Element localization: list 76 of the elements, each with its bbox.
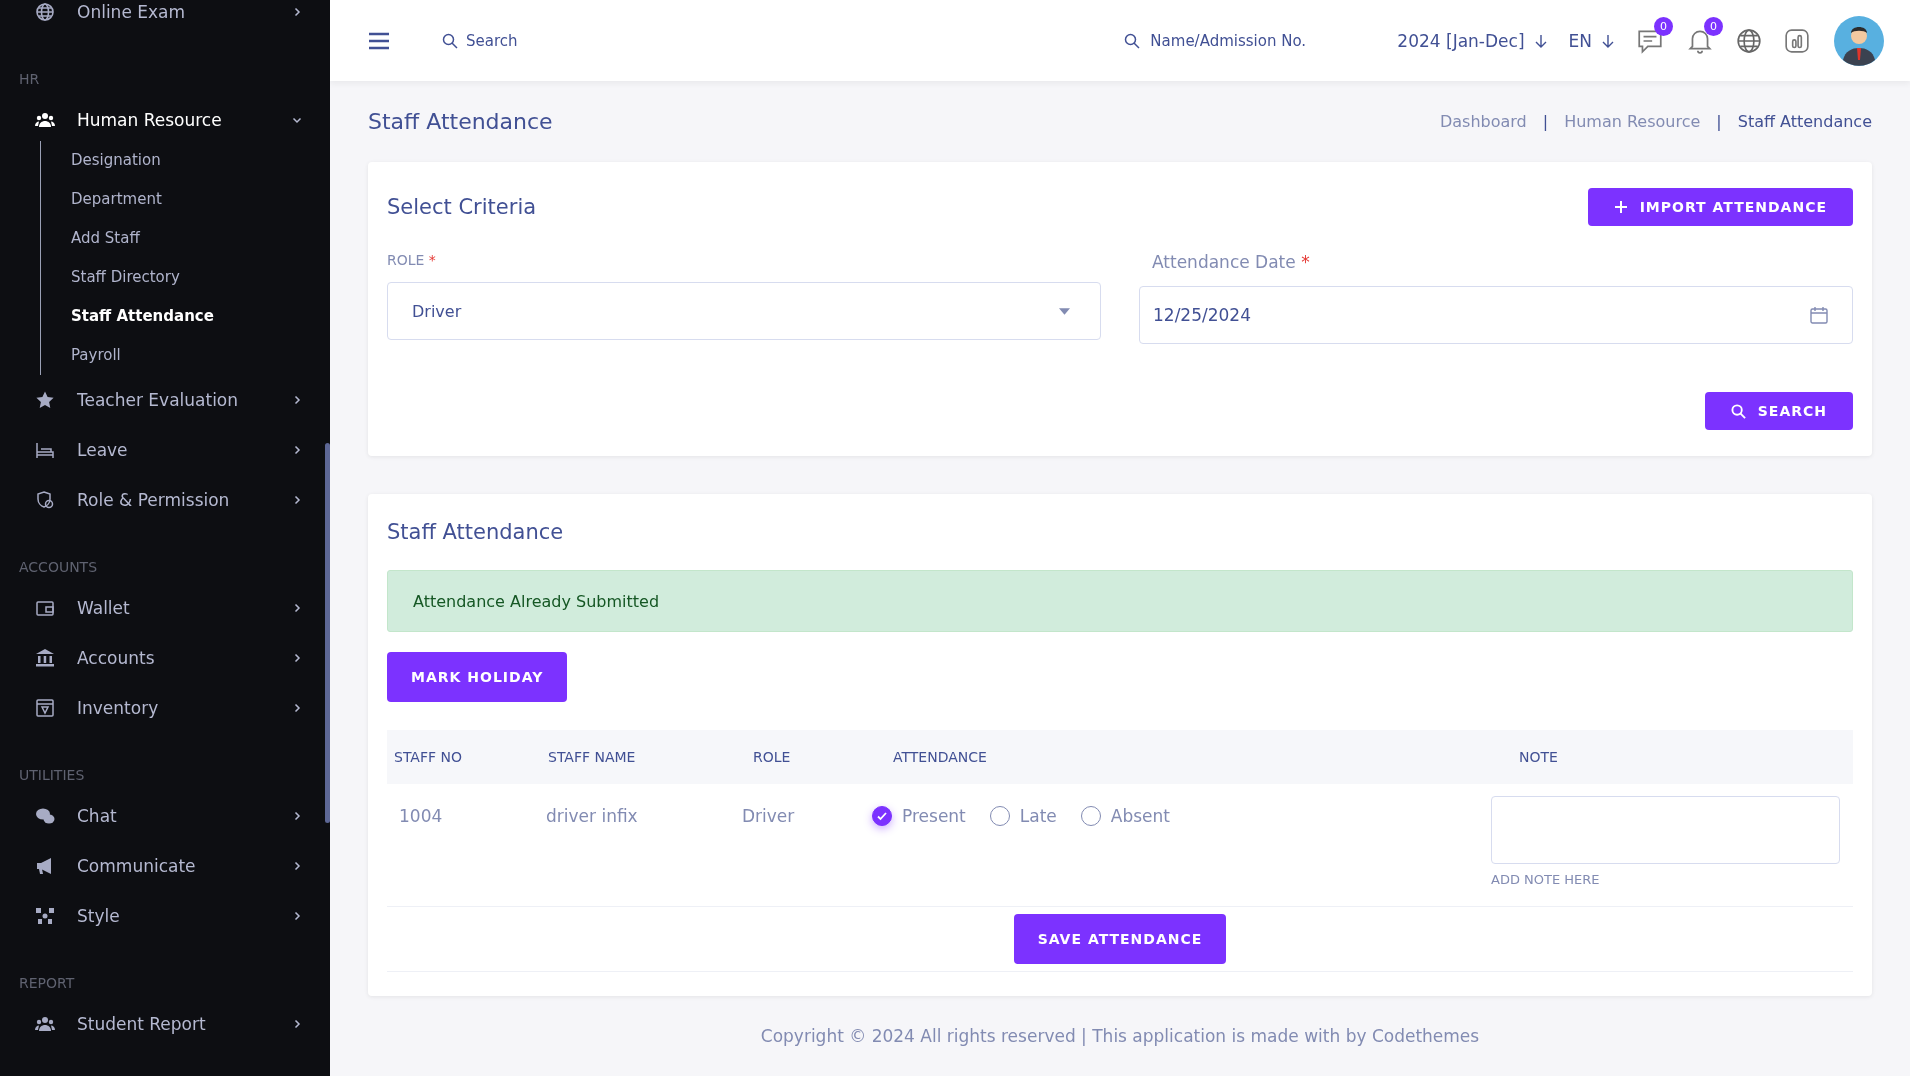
breadcrumb-link[interactable]: Staff Attendance [1737, 112, 1872, 131]
nav-item[interactable]: Teacher Evaluation [19, 375, 302, 425]
search-icon [442, 32, 458, 49]
nav-item[interactable]: Accounts [19, 633, 302, 683]
down-arrow-icon [1534, 33, 1547, 48]
footer-text: Copyright © 2024 All rights reserved | This application is made with by Codethemes [759, 1026, 1481, 1046]
date-field[interactable]: 12/25/2024 [1139, 286, 1853, 344]
users-icon [35, 1014, 55, 1034]
card-title: Staff Attendance [387, 520, 565, 544]
shield-icon [35, 490, 55, 510]
section-heading: HR [19, 71, 41, 87]
language-dropdown[interactable]: EN [1568, 30, 1614, 51]
session-dropdown[interactable]: 2024 [Jan-Dec] [1397, 30, 1547, 51]
student-search-field[interactable]: Name/Admission No. [1124, 30, 1328, 51]
column-header: STAFF NAME [547, 749, 637, 765]
count-badge: 0 [1654, 16, 1673, 36]
section-heading: ACCOUNTS [19, 559, 99, 575]
nav-item[interactable]: Style [19, 891, 302, 941]
nav-item[interactable]: Leave [19, 425, 302, 475]
wallet-icon [35, 598, 55, 618]
field-label: Attendance Date * [1151, 252, 1311, 272]
card-title: Select Criteria [387, 195, 537, 219]
save-attendance-button[interactable]: SAVE ATTENDANCE [1013, 914, 1227, 964]
bar-chart-icon[interactable] [1784, 27, 1810, 54]
section-heading: REPORT [19, 975, 76, 991]
dropdown-caret-icon [1059, 307, 1070, 315]
globe-icon[interactable] [1736, 27, 1762, 54]
plus-icon [1613, 200, 1628, 214]
avatar[interactable] [1834, 15, 1884, 66]
table-cell-text: driver infix [545, 805, 639, 826]
breadcrumb-separator: | [1542, 112, 1549, 131]
table-cell-text: 1004 [398, 805, 444, 826]
column-header: STAFF NO [393, 749, 463, 765]
search-icon [1124, 32, 1141, 49]
nav-item[interactable]: Inventory [19, 683, 302, 733]
calendar-icon[interactable] [1810, 306, 1828, 324]
bed-icon [35, 440, 55, 460]
nav-item[interactable]: Communicate [19, 841, 302, 891]
role-select[interactable]: Driver [387, 282, 1101, 340]
column-header: ROLE [752, 749, 792, 765]
nav-item[interactable]: Role & Permission [19, 475, 302, 525]
column-header: ATTENDANCE [892, 749, 988, 765]
field-label: ROLE * [387, 252, 437, 268]
nav-item[interactable]: Wallet [19, 583, 302, 633]
chat-icon [35, 806, 55, 826]
success-alert: Attendance Already Submitted [387, 570, 1853, 632]
users-icon [35, 110, 55, 130]
star-icon [35, 390, 55, 410]
count-badge: 0 [1704, 16, 1723, 36]
submenu-item[interactable]: Add Staff [71, 219, 302, 258]
page-title: Staff Attendance [368, 109, 553, 134]
scrollbar[interactable] [325, 443, 330, 823]
column-header: NOTE [1518, 749, 1559, 765]
nav-item[interactable]: Chat [19, 791, 302, 841]
table-cell-text: Driver [741, 805, 796, 826]
box-icon [35, 698, 55, 718]
nav-item[interactable]: Student Report [19, 999, 302, 1049]
search-icon [1730, 403, 1746, 419]
search-button[interactable]: SEARCH [1704, 392, 1853, 430]
submenu-item[interactable]: Staff Directory [71, 258, 302, 297]
bank-icon [35, 648, 55, 668]
breadcrumb-separator: | [1716, 112, 1722, 131]
submenu-item[interactable]: Payroll [71, 336, 302, 375]
down-arrow-icon [1602, 33, 1614, 48]
search-button[interactable]: Search [442, 31, 518, 50]
submenu-item[interactable]: Staff Attendance [71, 297, 302, 336]
note-hint: ADD NOTE HERE [1491, 872, 1601, 887]
import-attendance-button[interactable]: IMPORT ATTENDANCE [1587, 188, 1853, 226]
check-icon [876, 810, 888, 822]
mark-holiday-button[interactable]: MARK HOLIDAY [387, 652, 568, 702]
nav-item[interactable]: Online Exam [19, 0, 302, 37]
menu-icon[interactable] [368, 31, 390, 50]
globe-icon [35, 2, 55, 22]
note-field[interactable] [1491, 796, 1840, 864]
submenu-item[interactable]: Department [71, 180, 302, 219]
section-heading: UTILITIES [19, 767, 86, 783]
